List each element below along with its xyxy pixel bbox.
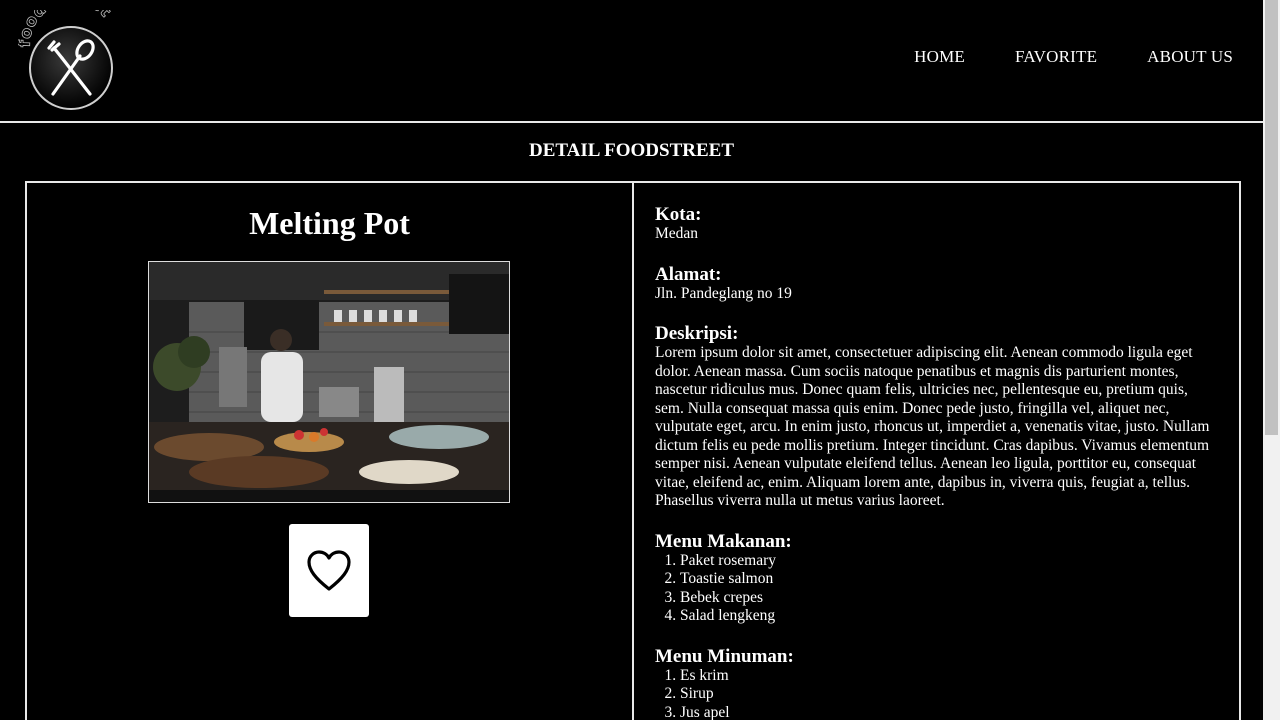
list-item: Salad lengkeng (680, 607, 1215, 626)
list-item: Paket rosemary (680, 552, 1215, 571)
menu-makanan-block: Menu Makanan: Paket rosemary Toastie sal… (655, 530, 1215, 626)
deskripsi-label: Deskripsi: (655, 323, 739, 344)
food-street-logo[interactable]: food street (14, 0, 122, 114)
menu-minuman-block: Menu Minuman: Es krim Sirup Jus apel (655, 645, 1215, 720)
nav-favorite[interactable]: FAVORITE (1015, 47, 1097, 67)
restaurant-photo (148, 261, 510, 503)
section-title: DETAIL FOODSTREET (528, 140, 734, 161)
logo-image: food street (14, 0, 115, 110)
list-item: Jus apel (680, 704, 1215, 720)
page-viewport: food street HOME FAVORITE ABOUT US DETAI… (0, 0, 1263, 720)
kota-label: Kota: (655, 204, 702, 225)
menu-minuman-label: Menu Minuman: (655, 645, 794, 667)
list-item: Sirup (680, 685, 1215, 704)
deskripsi-value: Lorem ipsum dolor sit amet, consectetuer… (655, 344, 1210, 509)
list-item: Es krim (680, 667, 1215, 686)
deskripsi-block: Deskripsi: Lorem ipsum dolor sit amet, c… (655, 324, 1215, 511)
list-item: Bebek crepes (680, 589, 1215, 608)
alamat-value: Jln. Pandeglang no 19 (655, 284, 792, 302)
favorite-button[interactable] (289, 524, 369, 617)
restaurant-detail: Melting Pot Kota: Medan Alamat: Jln. Pan… (25, 181, 1241, 720)
detail-right-panel: Kota: Medan Alamat: Jln. Pandeglang no 1… (655, 205, 1215, 720)
alamat-block: Alamat: Jln. Pandeglang no 19 (655, 263, 1215, 304)
restaurant-name: Melting Pot (249, 205, 410, 241)
restaurant-photo-image (149, 262, 509, 502)
scrollbar-thumb[interactable] (1265, 0, 1278, 435)
nav-about-us[interactable]: ABOUT US (1147, 47, 1233, 67)
menu-minuman-list: Es krim Sirup Jus apel (655, 667, 1215, 720)
detail-left-panel: Melting Pot (27, 183, 634, 720)
alamat-label: Alamat: (655, 263, 722, 285)
app-header: food street HOME FAVORITE ABOUT US (0, 0, 1263, 123)
kota-block: Kota: Medan (655, 205, 1215, 244)
menu-makanan-label: Menu Makanan: (655, 530, 792, 552)
list-item: Toastie salmon (680, 570, 1215, 589)
nav-home[interactable]: HOME (914, 47, 965, 67)
vertical-scrollbar[interactable] (1263, 0, 1280, 720)
main-nav: HOME FAVORITE ABOUT US (914, 47, 1233, 67)
menu-makanan-list: Paket rosemary Toastie salmon Bebek crep… (655, 552, 1215, 626)
heart-outline-icon (307, 549, 351, 591)
kota-value: Medan (655, 225, 699, 242)
